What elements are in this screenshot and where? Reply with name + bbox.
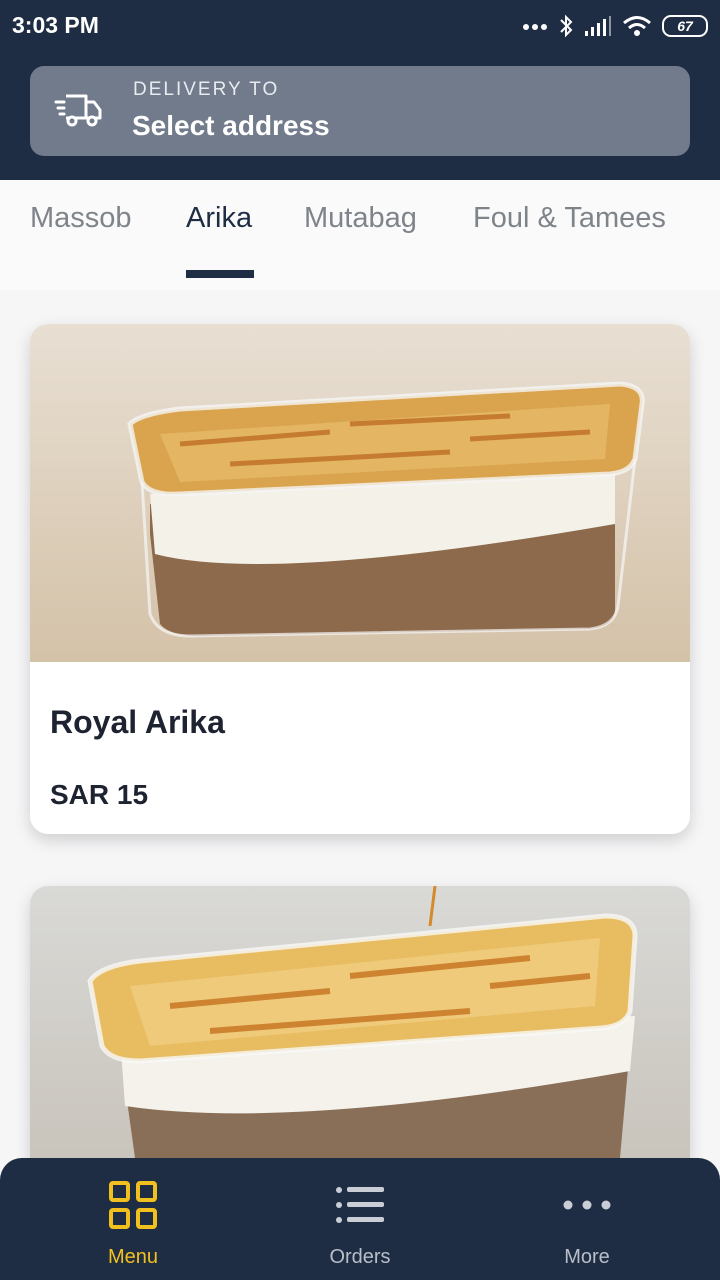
- app-header: 3:03 PM 67 DELIVERY TO Select address: [0, 0, 720, 180]
- status-icons: 67: [522, 12, 708, 40]
- product-card[interactable]: Royal Arika SAR 15: [30, 324, 690, 834]
- more-dots-icon: [563, 1200, 611, 1210]
- product-card[interactable]: [30, 886, 690, 1186]
- product-image: [30, 324, 690, 662]
- tab-foul-tamees[interactable]: Foul & Tamees: [473, 202, 666, 235]
- nav-more[interactable]: More: [467, 1158, 707, 1280]
- delivery-address: Select address: [132, 110, 330, 141]
- delivery-address-selector[interactable]: DELIVERY TO Select address: [30, 66, 690, 156]
- signal-icon: [585, 16, 611, 36]
- delivery-caption: DELIVERY TO: [133, 79, 280, 100]
- bluetooth-icon: [560, 14, 573, 38]
- product-name: Royal Arika: [50, 704, 225, 740]
- grid-icon: [109, 1181, 157, 1229]
- list-icon: [336, 1187, 384, 1223]
- battery-indicator: 67: [662, 15, 708, 37]
- active-tab-indicator: [186, 270, 254, 278]
- nav-more-label: More: [564, 1246, 610, 1268]
- tab-arika[interactable]: Arika: [186, 202, 252, 235]
- category-tabs: Massob Arika Mutabag Foul & Tamees: [0, 180, 720, 290]
- bottom-navigation: Menu Orders More: [0, 1158, 720, 1280]
- nav-menu-label: Menu: [107, 1246, 159, 1268]
- tab-massob[interactable]: Massob: [30, 202, 132, 235]
- product-price: SAR 15: [50, 779, 149, 810]
- status-bar: 3:03 PM 67: [0, 0, 720, 52]
- more-dots-icon: [523, 24, 547, 30]
- product-image: [30, 886, 690, 1158]
- nav-orders-label: Orders: [329, 1246, 391, 1268]
- truck-icon: [54, 94, 102, 127]
- status-time: 3:03 PM: [12, 12, 99, 38]
- battery-level: 67: [677, 18, 693, 34]
- nav-menu[interactable]: Menu: [13, 1158, 253, 1280]
- nav-orders[interactable]: Orders: [240, 1158, 480, 1280]
- wifi-icon: [623, 16, 651, 36]
- tab-mutabag[interactable]: Mutabag: [304, 202, 417, 235]
